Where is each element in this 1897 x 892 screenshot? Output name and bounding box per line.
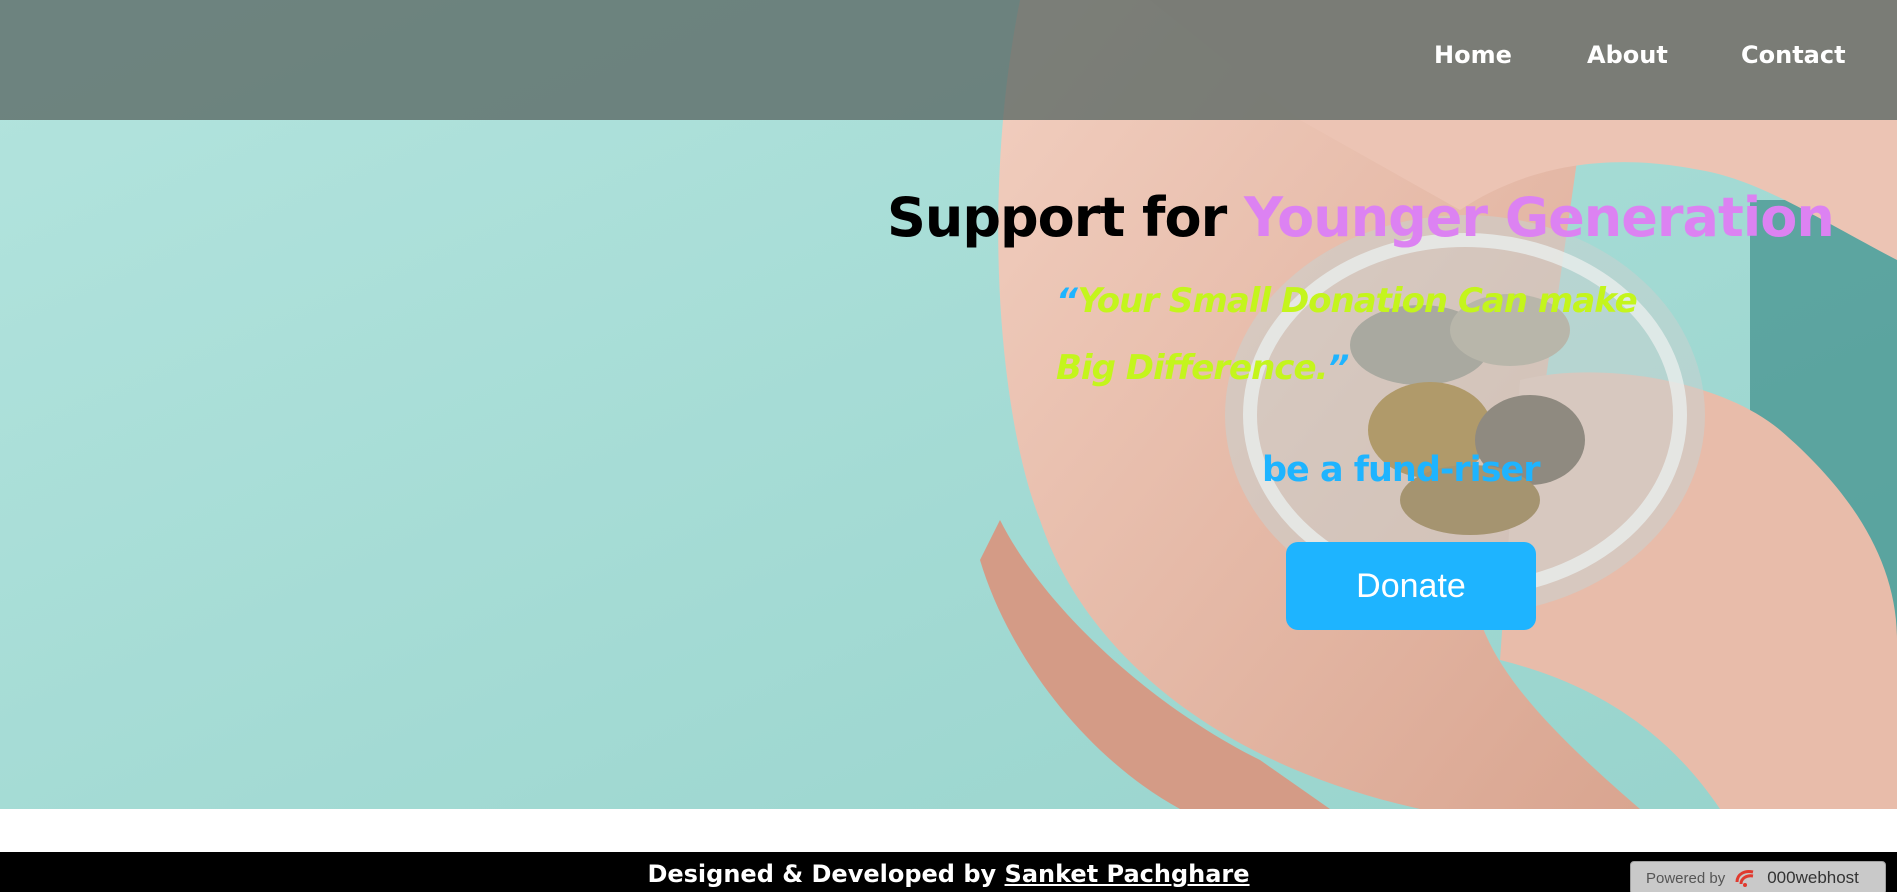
hero-background-image	[0, 0, 1897, 809]
donate-button[interactable]: Donate	[1286, 542, 1536, 630]
footer-credit-prefix: Designed & Developed by	[647, 860, 1005, 888]
quote-open-mark: “	[1056, 281, 1079, 321]
webhost-logo-icon	[1735, 870, 1754, 887]
headline-accent: Younger Generation	[1244, 186, 1835, 249]
headline-prefix: Support for	[887, 186, 1245, 249]
footer: Designed & Developed by Sanket Pachghare	[0, 852, 1897, 892]
nav-home-link[interactable]: Home	[1434, 41, 1512, 69]
top-navbar: Home About Contact	[0, 0, 1897, 120]
hero-tagline: be a fund-riser	[1262, 450, 1541, 490]
quote-close-mark: ”	[1327, 348, 1349, 388]
hero-headline: Support for Younger Generation	[887, 186, 1835, 249]
powered-by-badge[interactable]: Powered by 000webhost	[1630, 861, 1886, 892]
nav-contact-link[interactable]: Contact	[1741, 41, 1846, 69]
powered-by-brand: 000webhost	[1767, 868, 1859, 887]
hero-section: Home About Contact Support for Younger G…	[0, 0, 1897, 809]
hero-quote: “Your Small Donation Can make Big Differ…	[1056, 268, 1696, 402]
nav-about-link[interactable]: About	[1587, 41, 1668, 69]
powered-by-label: Powered by	[1646, 869, 1726, 887]
footer-author-link[interactable]: Sanket Pachghare	[1005, 860, 1250, 888]
